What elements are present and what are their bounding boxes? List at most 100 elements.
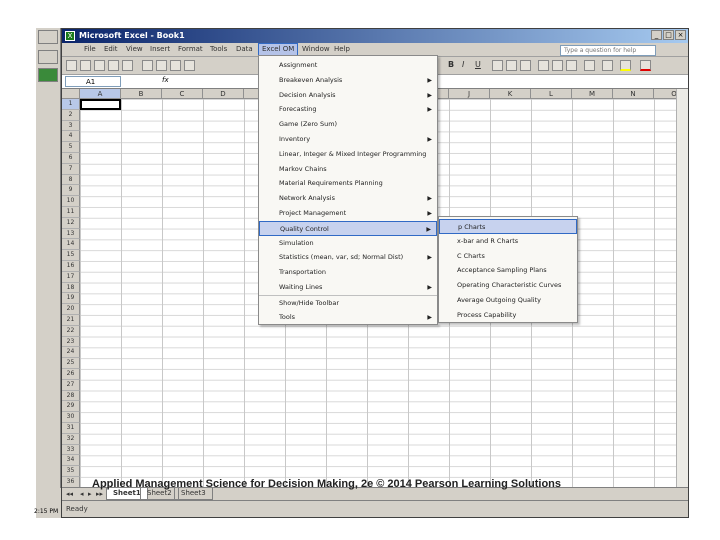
first-sheet-button[interactable]: ◂◂ (66, 490, 73, 498)
vertical-scrollbar[interactable] (676, 89, 688, 487)
underline-icon[interactable]: U (475, 60, 481, 69)
menu-edit[interactable]: Edit (104, 45, 118, 53)
menu-item-breakeven-analysis[interactable]: Breakeven Analysis ▶ (259, 73, 437, 88)
menu-window[interactable]: Window (302, 45, 330, 53)
next-sheet-button[interactable]: ▸ (88, 490, 92, 498)
menu-item-game-zero-sum[interactable]: Game (Zero Sum) (259, 117, 437, 132)
row-header-25[interactable]: 25 (62, 358, 80, 369)
submenu-item-average-outgoing-quality[interactable]: Average Outgoing Quality (439, 293, 577, 308)
row-header-33[interactable]: 33 (62, 444, 80, 456)
row-header-16[interactable]: 16 (62, 261, 80, 272)
menu-item-quality-control[interactable]: Quality Control ▶ (259, 220, 437, 236)
paste-icon[interactable] (184, 60, 195, 71)
maximize-button[interactable]: □ (663, 30, 674, 40)
menu-item-simulation[interactable]: Simulation (259, 236, 437, 251)
menu-item-project-management[interactable]: Project Management ▶ (259, 206, 437, 221)
row-header-24[interactable]: 24 (62, 347, 80, 359)
menu-item-network-analysis[interactable]: Network Analysis ▶ (259, 191, 437, 206)
row-header-19[interactable]: 19 (62, 293, 80, 305)
prev-sheet-button[interactable]: ◂ (80, 490, 84, 498)
menu-tools[interactable]: Tools (210, 45, 227, 53)
row-header-21[interactable]: 21 (62, 315, 80, 326)
save-icon[interactable] (94, 60, 105, 71)
submenu-item-c-charts[interactable]: C Charts (439, 249, 577, 264)
row-header-4[interactable]: 4 (62, 131, 80, 143)
print-icon[interactable] (108, 60, 119, 71)
cut-icon[interactable] (156, 60, 167, 71)
row-header-20[interactable]: 20 (62, 304, 80, 315)
row-header-32[interactable]: 32 (62, 433, 80, 445)
menu-data[interactable]: Data (236, 45, 253, 53)
menu-item-markov-chains[interactable]: Markov Chains (259, 162, 437, 177)
row-header-26[interactable]: 26 (62, 369, 80, 380)
spelling-icon[interactable] (142, 60, 153, 71)
italic-icon[interactable]: I (462, 60, 464, 69)
row-header-2[interactable]: 2 (62, 109, 80, 121)
row-header-30[interactable]: 30 (62, 412, 80, 423)
column-header-b[interactable]: B (121, 89, 162, 99)
row-header-14[interactable]: 14 (62, 239, 80, 251)
column-header-k[interactable]: K (490, 89, 531, 99)
help-question-box[interactable]: Type a question for help (560, 45, 656, 56)
row-header-15[interactable]: 15 (62, 250, 80, 261)
row-header-8[interactable]: 8 (62, 174, 80, 186)
row-header-9[interactable]: 9 (62, 185, 80, 197)
row-header-11[interactable]: 11 (62, 207, 80, 218)
row-header-31[interactable]: 31 (62, 423, 80, 434)
excel-app-icon[interactable] (38, 68, 58, 82)
comma-icon[interactable] (566, 60, 577, 71)
close-button[interactable]: × (675, 30, 686, 40)
menu-item-assignment[interactable]: Assignment (259, 58, 437, 73)
open-icon[interactable] (80, 60, 91, 71)
borders-icon[interactable] (602, 60, 613, 71)
app-button-1[interactable] (38, 30, 58, 44)
menu-item-tools[interactable]: Tools ▶ (259, 310, 437, 325)
column-header-a[interactable]: A (80, 89, 121, 99)
row-header-29[interactable]: 29 (62, 401, 80, 413)
row-header-17[interactable]: 17 (62, 271, 80, 283)
font-color-icon[interactable] (640, 60, 651, 71)
row-header-12[interactable]: 12 (62, 217, 80, 229)
menu-item-show-hide-toolbar[interactable]: Show/Hide Toolbar (259, 294, 437, 310)
copy-icon[interactable] (170, 60, 181, 71)
menu-item-inventory[interactable]: Inventory ▶ (259, 132, 437, 147)
menu-item-statistics-mean-var-sd-normal-dist[interactable]: Statistics (mean, var, sd; Normal Dist) ▶ (259, 250, 437, 265)
column-header-m[interactable]: M (572, 89, 613, 99)
align-left-icon[interactable] (492, 60, 503, 71)
menu-format[interactable]: Format (178, 45, 203, 53)
row-header-35[interactable]: 35 (62, 466, 80, 477)
submenu-item-p-charts[interactable]: p Charts (439, 219, 577, 234)
align-center-icon[interactable] (506, 60, 517, 71)
currency-icon[interactable] (538, 60, 549, 71)
menu-item-linear-integer-mixed-integer-programming[interactable]: Linear, Integer & Mixed Integer Programm… (259, 147, 437, 162)
menu-item-waiting-lines[interactable]: Waiting Lines ▶ (259, 280, 437, 295)
menu-item-forecasting[interactable]: Forecasting ▶ (259, 102, 437, 117)
row-header-10[interactable]: 10 (62, 196, 80, 207)
select-all-corner[interactable] (62, 89, 80, 99)
menu-file[interactable]: File (84, 45, 96, 53)
app-button-2[interactable] (38, 50, 58, 64)
column-header-c[interactable]: C (162, 89, 203, 99)
new-icon[interactable] (66, 60, 77, 71)
bold-icon[interactable]: B (448, 60, 454, 69)
column-header-n[interactable]: N (613, 89, 654, 99)
row-header-5[interactable]: 5 (62, 142, 80, 153)
minimize-button[interactable]: _ (651, 30, 662, 40)
active-cell[interactable] (80, 99, 121, 110)
row-header-3[interactable]: 3 (62, 120, 80, 132)
name-box[interactable]: A1 (65, 76, 121, 87)
menu-item-material-requirements-planning[interactable]: Material Requirements Planning (259, 176, 437, 191)
row-header-13[interactable]: 13 (62, 228, 80, 240)
last-sheet-button[interactable]: ▸▸ (96, 490, 103, 498)
row-header-18[interactable]: 18 (62, 282, 80, 294)
submenu-item-operating-characteristic-curves[interactable]: Operating Characteristic Curves (439, 278, 577, 293)
fill-color-icon[interactable] (620, 60, 631, 71)
column-header-l[interactable]: L (531, 89, 572, 99)
submenu-item-acceptance-sampling-plans[interactable]: Acceptance Sampling Plans (439, 263, 577, 278)
menu-item-transportation[interactable]: Transportation (259, 265, 437, 280)
row-header-6[interactable]: 6 (62, 153, 80, 164)
menu-insert[interactable]: Insert (150, 45, 170, 53)
indent-icon[interactable] (584, 60, 595, 71)
column-header-j[interactable]: J (449, 89, 490, 99)
preview-icon[interactable] (122, 60, 133, 71)
